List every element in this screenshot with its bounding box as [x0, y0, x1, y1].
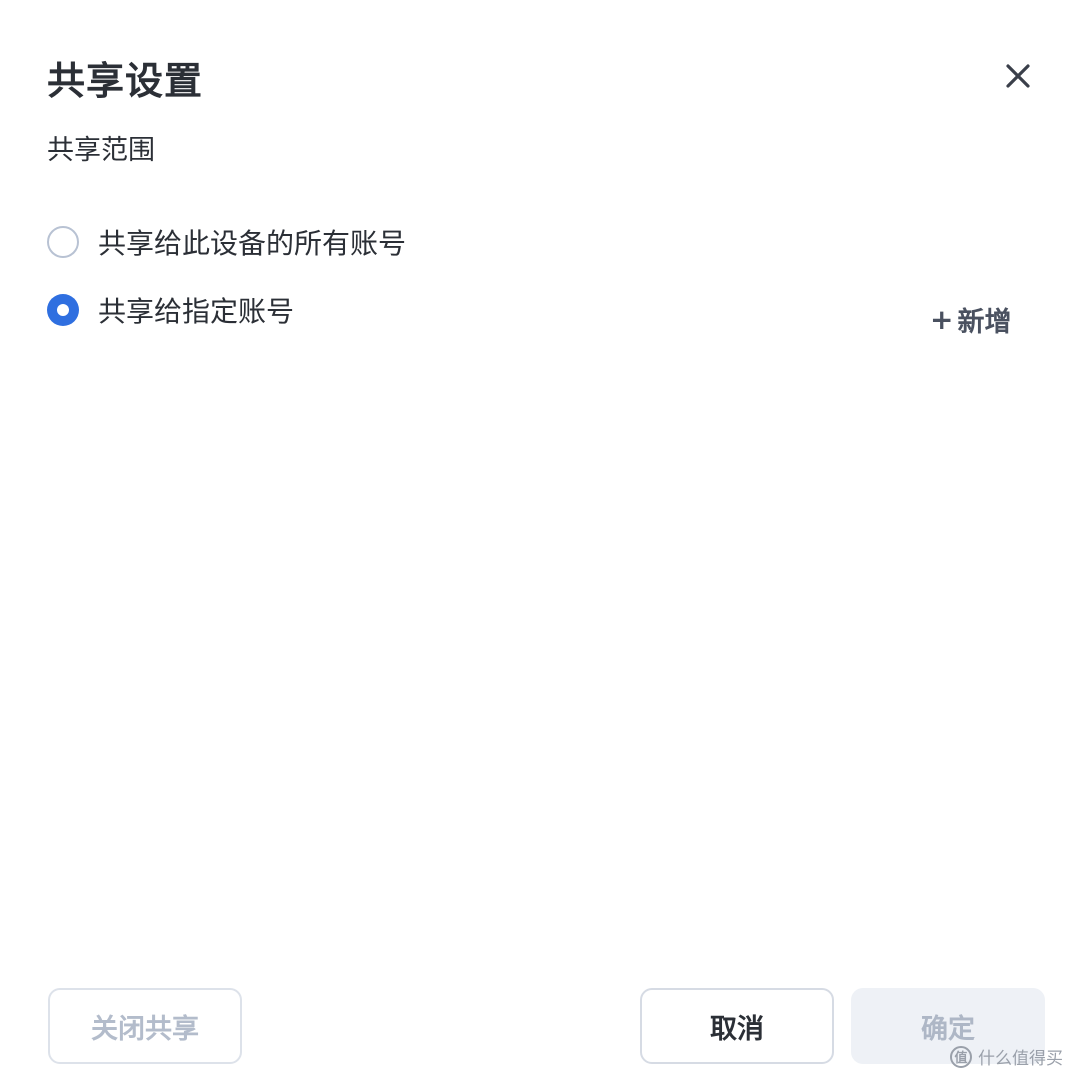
add-account-label: 新增	[957, 307, 1012, 338]
close-share-button[interactable]: 关闭共享	[48, 988, 242, 1064]
share-settings-dialog: 共享设置 共享范围 共享给此设备的所有账号 共享给指定账号 + 新增 关闭共享 …	[0, 0, 1080, 1080]
watermark-logo-icon: 值	[950, 1045, 972, 1068]
radio-option-specified-accounts[interactable]: 共享给指定账号	[47, 290, 294, 330]
add-account-button[interactable]: + 新增	[930, 300, 1011, 339]
plus-icon: +	[930, 303, 954, 336]
close-button[interactable]	[998, 56, 1038, 96]
watermark: 值 什么值得买	[950, 1044, 1063, 1069]
dialog-title: 共享设置	[47, 59, 204, 103]
close-icon	[1006, 64, 1030, 88]
cancel-button[interactable]: 取消	[640, 988, 834, 1064]
radio-label-specified-accounts: 共享给指定账号	[98, 295, 295, 328]
radio-button-unchecked[interactable]	[47, 226, 79, 258]
radio-button-checked[interactable]	[47, 294, 79, 326]
share-scope-label: 共享范围	[47, 135, 155, 166]
watermark-text: 什么值得买	[978, 1049, 1063, 1069]
radio-option-all-accounts[interactable]: 共享给此设备的所有账号	[47, 222, 406, 262]
radio-dot	[57, 304, 69, 316]
radio-label-all-accounts: 共享给此设备的所有账号	[98, 227, 407, 260]
